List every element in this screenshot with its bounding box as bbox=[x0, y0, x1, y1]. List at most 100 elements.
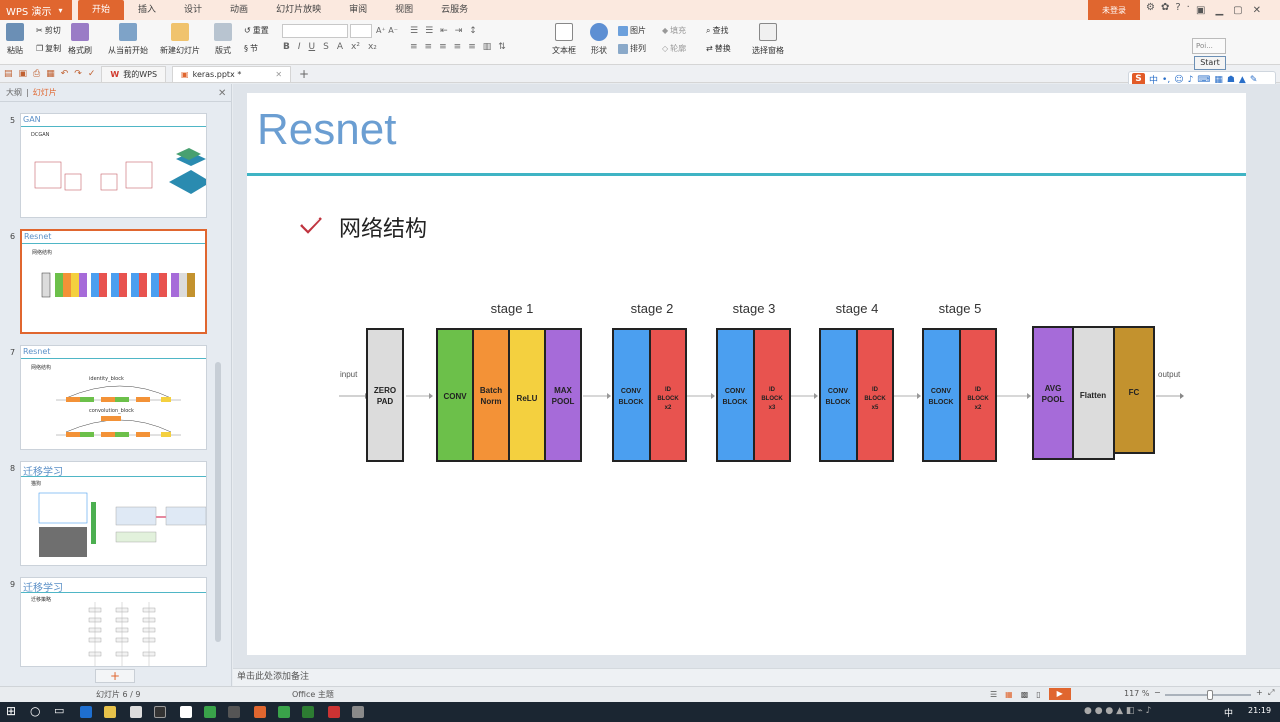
indent-increase-icon[interactable]: ⇥ bbox=[455, 26, 463, 36]
tab-insert[interactable]: 插入 bbox=[124, 0, 170, 20]
windows-start-icon[interactable]: ⊞ bbox=[6, 704, 16, 718]
strikethrough-icon[interactable]: S bbox=[323, 42, 329, 52]
slide-title[interactable]: Resnet bbox=[257, 105, 396, 155]
tab-view[interactable]: 视图 bbox=[381, 0, 427, 20]
subscript-icon[interactable]: x₂ bbox=[368, 42, 377, 52]
scrollbar-thumb[interactable] bbox=[215, 362, 221, 642]
tab-slideshow[interactable]: 幻灯片放映 bbox=[262, 0, 335, 20]
select-pane-button[interactable]: 选择窗格 bbox=[752, 23, 784, 56]
line-spacing-icon[interactable]: ↕ bbox=[469, 26, 477, 36]
search-circle-icon[interactable]: ○ bbox=[30, 704, 40, 718]
taskbar-ime[interactable]: 中 bbox=[1224, 706, 1233, 719]
font-family-select[interactable] bbox=[282, 24, 348, 38]
restore-window-icon[interactable]: ▣ bbox=[1196, 5, 1205, 16]
replace-button[interactable]: ⇄ 替换 bbox=[706, 43, 731, 54]
maximize-icon[interactable]: ▢ bbox=[1233, 5, 1242, 16]
store-icon[interactable] bbox=[130, 706, 142, 718]
slide-panel-scrollbar[interactable] bbox=[213, 106, 223, 668]
edge-browser-icon[interactable] bbox=[80, 706, 92, 718]
minimize-icon[interactable]: ▁ bbox=[1215, 5, 1223, 16]
tab-animation[interactable]: 动画 bbox=[216, 0, 262, 20]
italic-icon[interactable]: I bbox=[298, 42, 301, 52]
font-color-icon[interactable]: A bbox=[337, 42, 343, 52]
find-button[interactable]: ⌕ 查找 bbox=[706, 25, 728, 36]
slide-thumbnail-8[interactable]: 迁移学习 猫狗 bbox=[20, 461, 207, 566]
skin-icon[interactable]: ✿ bbox=[1161, 2, 1169, 13]
terminal-icon[interactable] bbox=[228, 706, 240, 718]
zoom-slider-handle[interactable] bbox=[1207, 690, 1213, 700]
font-size-select[interactable] bbox=[350, 24, 372, 38]
columns-icon[interactable]: ▥ bbox=[483, 42, 492, 52]
tab-slides[interactable]: 幻灯片 bbox=[33, 87, 57, 98]
slide-thumbnail-9[interactable]: 迁移学习 迁移策略 bbox=[20, 577, 207, 667]
save-icon[interactable]: ▣ bbox=[19, 69, 28, 79]
user-icon[interactable]: ☗ bbox=[1227, 75, 1235, 85]
spreadsheet-icon[interactable] bbox=[302, 706, 314, 718]
tab-home[interactable]: 开始 bbox=[78, 0, 125, 20]
help-icon[interactable]: ? bbox=[1175, 2, 1180, 13]
normal-view-icon[interactable]: ▦ bbox=[1005, 690, 1013, 699]
pdf-icon[interactable] bbox=[328, 706, 340, 718]
zoom-level[interactable]: 117 % bbox=[1124, 689, 1149, 698]
emoji-icon[interactable]: ☺ bbox=[1174, 75, 1183, 85]
keyboard-icon[interactable]: ⌨ bbox=[1197, 75, 1210, 85]
notes-field[interactable]: 单击此处添加备注 bbox=[233, 668, 1280, 686]
file-explorer-icon[interactable] bbox=[104, 706, 116, 718]
bold-icon[interactable]: B bbox=[283, 42, 290, 52]
open-icon[interactable]: ▤ bbox=[4, 69, 13, 79]
chrome-icon[interactable] bbox=[180, 706, 192, 718]
notes-toggle-icon[interactable]: ☰ bbox=[990, 690, 997, 699]
tab-outline[interactable]: 大纲 bbox=[6, 87, 22, 98]
indent-decrease-icon[interactable]: ⇤ bbox=[440, 26, 448, 36]
login-button[interactable]: 未登录 bbox=[1088, 0, 1140, 20]
wrench-icon[interactable]: ✎ bbox=[1250, 75, 1258, 85]
underline-icon[interactable]: U bbox=[309, 42, 316, 52]
section-button[interactable]: § 节 bbox=[244, 43, 258, 54]
current-slide[interactable]: Resnet 网络结构 stage 1 stage 2 stage 3 stag… bbox=[247, 93, 1246, 655]
textbox-button[interactable]: 文本框 bbox=[552, 23, 576, 56]
chat-app-icon[interactable] bbox=[278, 706, 290, 718]
align-center-icon[interactable]: ≡ bbox=[425, 42, 433, 52]
reading-view-icon[interactable]: ▯ bbox=[1036, 690, 1040, 699]
numbered-list-icon[interactable]: ☰ bbox=[425, 26, 433, 36]
settings-icon[interactable]: ⚙ bbox=[1146, 2, 1155, 13]
format-painter-button[interactable]: 格式刷 bbox=[68, 23, 92, 56]
text-direction-icon[interactable]: ⇅ bbox=[498, 42, 506, 52]
outline-button[interactable]: ◇ 轮廓 bbox=[662, 43, 686, 54]
tab-cloud[interactable]: 云服务 bbox=[427, 0, 482, 20]
tab-my-wps[interactable]: W 我的WPS bbox=[101, 65, 167, 82]
preview-icon[interactable]: ▦ bbox=[46, 69, 55, 79]
align-right-icon[interactable]: ≡ bbox=[439, 42, 447, 52]
from-current-button[interactable]: 从当前开始 bbox=[108, 23, 148, 56]
copy-button[interactable]: ❐ 复制 bbox=[36, 43, 61, 54]
skin-shirt-icon[interactable]: ▲ bbox=[1239, 75, 1246, 85]
slide-thumbnail-7[interactable]: Resnet 网络结构 identity_block convolution_b… bbox=[20, 345, 207, 450]
slide-thumbnail-5[interactable]: GAN DCGAN bbox=[20, 113, 207, 218]
zoom-out-icon[interactable]: − bbox=[1154, 688, 1161, 697]
add-slide-button[interactable]: + bbox=[95, 669, 135, 683]
fill-button[interactable]: ◆ 填充 bbox=[662, 25, 686, 36]
play-slideshow-icon[interactable]: ▶ bbox=[1048, 688, 1071, 700]
cut-button[interactable]: ✂ 剪切 bbox=[36, 25, 61, 36]
app-menu-button[interactable]: WPS 演示 ▾ bbox=[0, 0, 72, 20]
clock[interactable]: 21:19 bbox=[1248, 706, 1271, 715]
slide-thumbnail-6[interactable]: Resnet 网络结构 bbox=[20, 229, 207, 334]
align-left-icon[interactable]: ≡ bbox=[410, 42, 418, 52]
superscript-icon[interactable]: x² bbox=[351, 42, 360, 52]
tray-icons[interactable]: ● ● ● ▲ ◧ ⌁ ♪ bbox=[1084, 706, 1151, 716]
distribute-icon[interactable]: ≡ bbox=[468, 42, 476, 52]
media-icon[interactable] bbox=[154, 706, 166, 718]
layout-button[interactable]: 版式 bbox=[214, 23, 232, 56]
shape-button[interactable]: 形状 bbox=[590, 23, 608, 56]
new-slide-button[interactable]: 新建幻灯片 bbox=[160, 23, 200, 56]
paste-button[interactable]: 粘贴 bbox=[6, 23, 24, 56]
fit-window-icon[interactable]: ⤢ bbox=[1268, 688, 1274, 698]
font-grow-icon[interactable]: A⁺ A⁻ bbox=[376, 26, 398, 35]
wechat-icon[interactable] bbox=[204, 706, 216, 718]
picture-button[interactable]: 图片 bbox=[618, 25, 646, 36]
tab-review[interactable]: 审阅 bbox=[335, 0, 381, 20]
add-tab-icon[interactable]: + bbox=[299, 67, 309, 81]
bullet-text[interactable]: 网络结构 bbox=[339, 211, 427, 243]
close-icon[interactable]: ✕ bbox=[1253, 5, 1261, 16]
tools-icon[interactable]: ▦ bbox=[1214, 75, 1223, 85]
